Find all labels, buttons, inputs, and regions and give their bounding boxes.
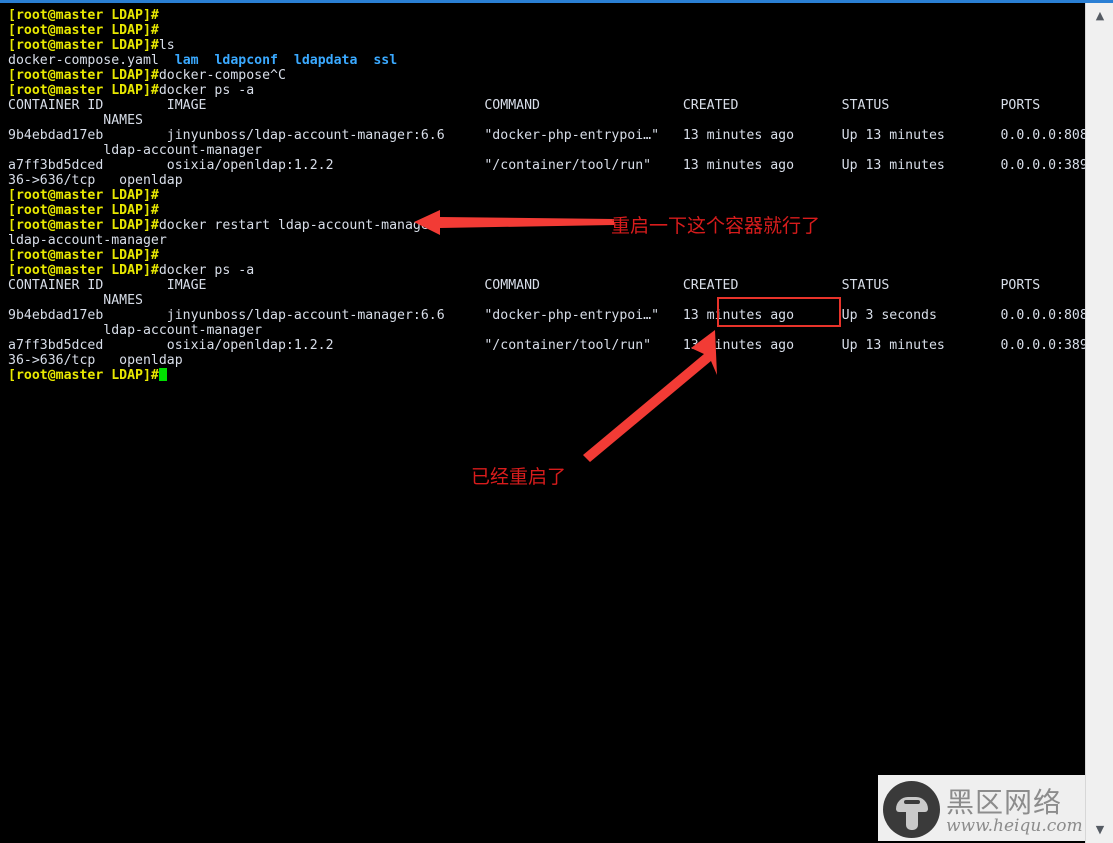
command-output: 36->636/tcp openldap [8,173,183,188]
command-output: ldap-account-manager [8,143,263,158]
command-output: 9b4ebdad17eb jinyunboss/ldap-account-man… [8,128,1085,143]
entry-gap [278,53,294,68]
terminal-line: ldap-account-manager [8,323,262,338]
terminal-line: [root@master LDAP]#docker ps -a [8,263,254,278]
shell-prompt: [root@master LDAP]# [8,248,159,263]
terminal-cursor [158,368,167,381]
terminal-line: CONTAINER ID IMAGE COMMAND CREATED STATU… [8,278,1040,293]
shell-command: docker ps -a [158,263,255,278]
directory-entry: ldapdata [293,53,358,68]
shell-command: docker ps -a [158,83,255,98]
shell-command: docker-compose^C [158,68,286,83]
terminal-line: [root@master LDAP]#ls [8,38,175,53]
scroll-up-arrow-icon[interactable]: ▲ [1086,7,1113,25]
terminal-output-area[interactable]: [root@master LDAP]# [root@master LDAP]# [r… [0,3,1085,843]
watermark-site-name: 黑区网络 [946,786,1063,819]
file-entry: docker-compose.yaml [8,53,159,68]
terminal-line: CONTAINER ID IMAGE COMMAND CREATED STATU… [8,98,1040,113]
command-output: ldap-account-manager [8,233,167,248]
terminal-line: 9b4ebdad17eb jinyunboss/ldap-account-man… [8,128,1085,143]
command-output: NAMES [8,113,143,128]
terminal-line: 36->636/tcp openldap [8,353,183,368]
status-highlight-box [717,297,841,327]
command-output: ldap-account-manager [8,323,263,338]
shell-prompt: [root@master LDAP]# [8,188,159,203]
directory-entry: ssl [373,53,398,68]
watermark: 黑区网络 www.heiqu.com [878,775,1085,841]
shell-prompt: [root@master LDAP]# [8,263,159,278]
command-output: CONTAINER ID IMAGE COMMAND CREATED STATU… [8,98,1041,113]
watermark-url: www.heiqu.com [946,816,1083,836]
terminal-line: [root@master LDAP]#docker ps -a [8,83,254,98]
terminal-line: ldap-account-manager [8,143,262,158]
command-output: 36->636/tcp openldap [8,353,183,368]
mushroom-logo-icon [883,781,940,838]
terminal-line: NAMES [8,113,143,128]
shell-prompt: [root@master LDAP]# [8,8,159,23]
shell-prompt: [root@master LDAP]# [8,68,159,83]
terminal-line: a7ff3bd5dced osixia/openldap:1.2.2 "/con… [8,338,1085,353]
entry-gap [159,53,175,68]
terminal-line: NAMES [8,293,143,308]
shell-command: docker restart ldap-account-manager [158,218,437,233]
shell-command: ls [158,38,175,53]
command-output: NAMES [8,293,143,308]
terminal-line: 36->636/tcp openldap [8,173,183,188]
shell-prompt: [root@master LDAP]# [8,83,159,98]
command-output: a7ff3bd5dced osixia/openldap:1.2.2 "/con… [8,158,1085,173]
command-output: a7ff3bd5dced osixia/openldap:1.2.2 "/con… [8,338,1085,353]
terminal-line: docker-compose.yaml lam ldapconf ldapdat… [8,53,397,68]
restart-hint-label: 重启一下这个容器就行了 [611,215,821,237]
mushroom-slit-shape [904,800,920,804]
command-output: 9b4ebdad17eb jinyunboss/ldap-account-man… [8,308,1085,323]
terminal-line: ldap-account-manager [8,233,167,248]
terminal-screenshot: [root@master LDAP]# [root@master LDAP]# [r… [0,0,1113,843]
entry-gap [357,53,373,68]
terminal-line: [root@master LDAP]# [8,203,159,218]
vertical-scrollbar[interactable]: ▲ ▼ [1085,3,1113,843]
directory-entry: ldapconf [214,53,278,68]
shell-prompt: [root@master LDAP]# [8,368,159,383]
terminal-line: [root@master LDAP]# [8,368,167,383]
mushroom-stem-shape [906,810,918,830]
directory-entry: lam [174,53,199,68]
terminal-line: [root@master LDAP]#docker-compose^C [8,68,286,83]
terminal-line: [root@master LDAP]# [8,23,159,38]
terminal-line: [root@master LDAP]#docker restart ldap-a… [8,218,437,233]
scroll-down-arrow-icon[interactable]: ▼ [1086,821,1113,839]
terminal-line: 9b4ebdad17eb jinyunboss/ldap-account-man… [8,308,1085,323]
shell-prompt: [root@master LDAP]# [8,218,159,233]
restarted-hint-label: 已经重启了 [471,466,567,488]
shell-prompt: [root@master LDAP]# [8,23,159,38]
terminal-line: a7ff3bd5dced osixia/openldap:1.2.2 "/con… [8,158,1085,173]
entry-gap [199,53,215,68]
command-output: CONTAINER ID IMAGE COMMAND CREATED STATU… [8,278,1041,293]
terminal-line: [root@master LDAP]# [8,8,159,23]
terminal-line: [root@master LDAP]# [8,248,159,263]
shell-prompt: [root@master LDAP]# [8,38,159,53]
shell-prompt: [root@master LDAP]# [8,203,159,218]
terminal-line: [root@master LDAP]# [8,188,159,203]
